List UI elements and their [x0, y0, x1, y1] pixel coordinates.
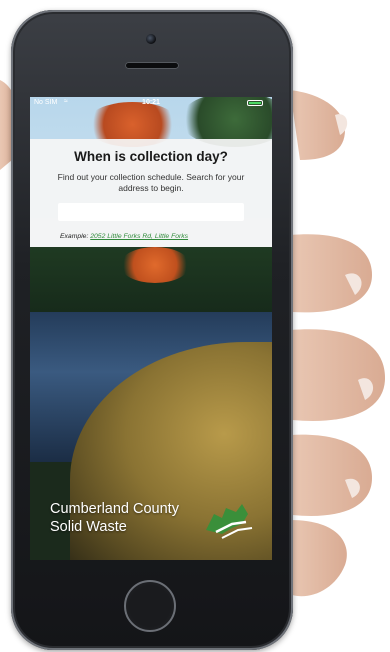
battery-icon [247, 100, 263, 106]
page-title: When is collection day? [74, 149, 228, 164]
brand-line-1: Cumberland County [50, 501, 179, 517]
app-screen: No SIM ≈ 10:21 When is collection day? F… [30, 97, 272, 560]
status-bar: No SIM ≈ 10:21 [30, 97, 272, 109]
front-camera [146, 34, 156, 44]
example-prefix: Example: [60, 233, 91, 240]
brand-name: Cumberland County Solid Waste [50, 500, 179, 536]
earpiece-speaker [125, 62, 179, 69]
example-text: Example: 2052 Little Forks Rd, Little Fo… [60, 233, 188, 240]
page-description: Find out your collection schedule. Searc… [57, 172, 245, 193]
county-map-logo-icon [206, 504, 253, 539]
example-address-link[interactable]: 2052 Little Forks Rd, Little Forks [90, 233, 188, 240]
clock-label: 10:21 [142, 99, 160, 106]
home-button[interactable] [124, 580, 176, 632]
address-search-input[interactable] [58, 203, 244, 221]
brand-line-2: Solid Waste [50, 519, 127, 535]
orange-tree [120, 247, 190, 283]
